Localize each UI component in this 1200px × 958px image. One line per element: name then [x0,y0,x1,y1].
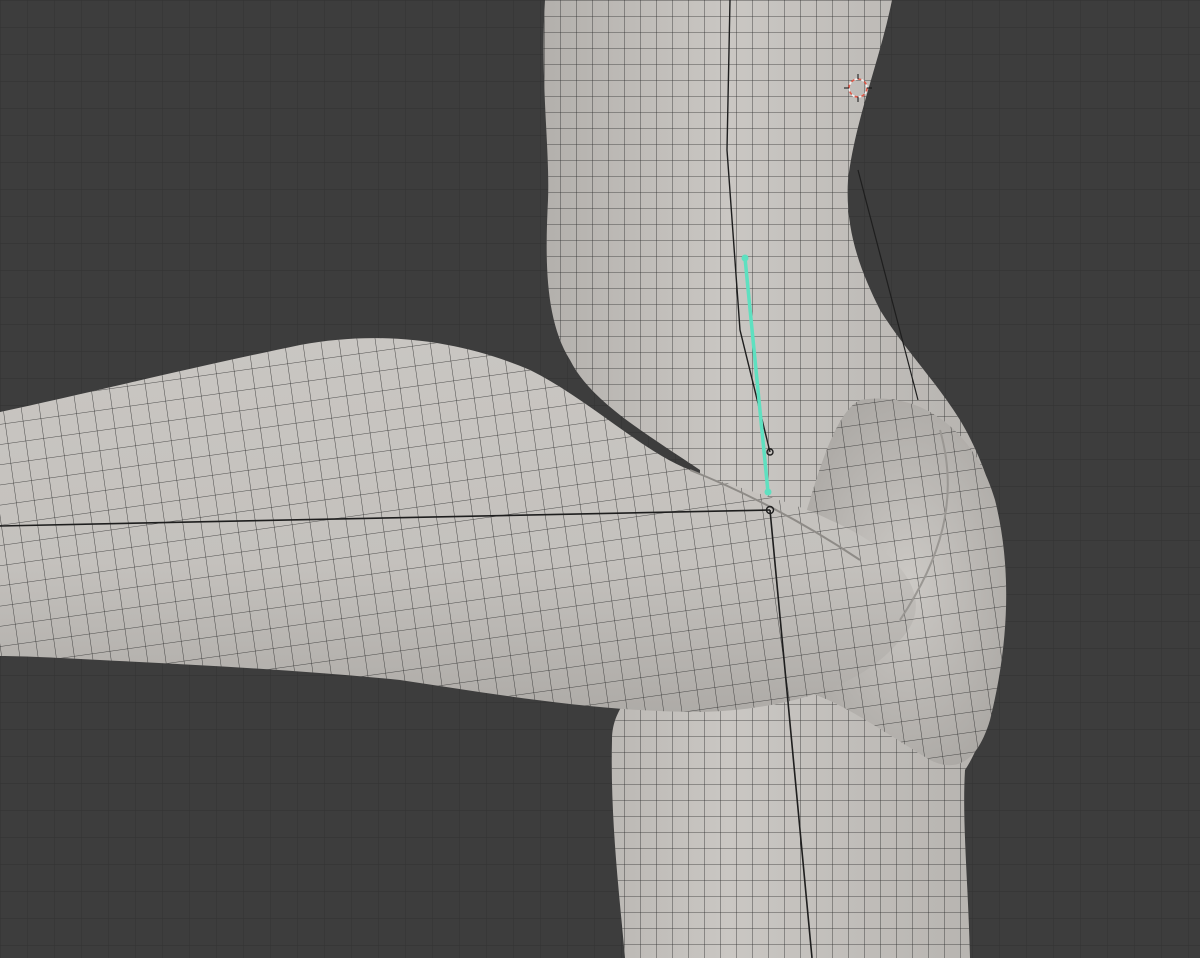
viewport-canvas[interactable] [0,0,1200,958]
selected-bone-tail[interactable] [764,488,772,496]
selected-bone-head[interactable] [741,254,749,262]
3d-viewport[interactable] [0,0,1200,958]
